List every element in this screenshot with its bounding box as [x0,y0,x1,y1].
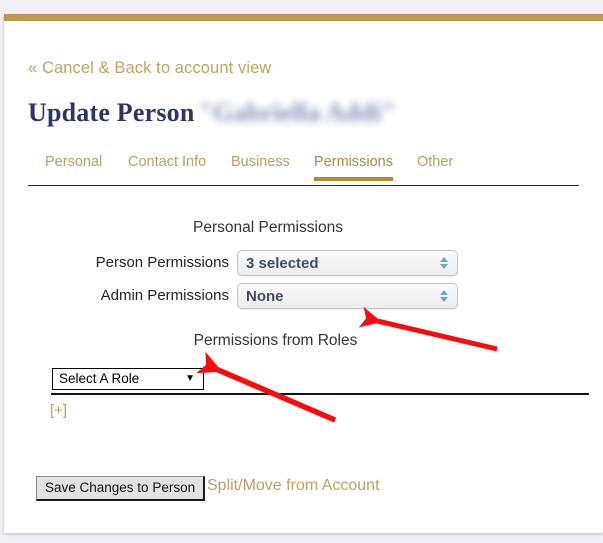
page-title-prefix: Update Person [28,98,195,127]
admin-permissions-label: Admin Permissions [100,287,229,304]
role-select[interactable]: Select A Role ▼ [52,368,204,390]
roles-divider [51,393,589,395]
updown-chevron-icon [440,290,449,304]
cancel-and-back-link[interactable]: « Cancel & Back to account view [28,59,271,78]
save-changes-button[interactable]: Save Changes to Person [36,476,206,501]
person-permissions-label: Person Permissions [95,254,229,271]
gold-accent-bar [4,14,603,21]
person-permissions-select[interactable]: 3 selected [237,250,458,276]
admin-permissions-select[interactable]: None [237,283,458,309]
tab-contact-info[interactable]: Contact Info [128,154,206,181]
person-permissions-row: Person Permissions 3 selected [4,250,532,276]
updown-chevron-icon [440,257,449,271]
tab-personal[interactable]: Personal [45,154,102,181]
person-permissions-select-value: 3 selected [246,255,319,272]
tab-business[interactable]: Business [231,154,290,181]
tab-permissions[interactable]: Permissions [314,154,393,181]
admin-permissions-select-value: None [246,288,284,305]
person-name-redacted: "Gabriella Addi" [198,98,397,127]
tab-bar: Personal Contact Info Business Permissio… [28,154,579,186]
chevron-down-icon: ▼ [185,373,195,384]
split-move-from-account-link[interactable]: Split/Move from Account [207,477,380,495]
update-person-card: « Cancel & Back to account view Update P… [4,14,603,533]
page-title: Update Person "Gabriella Addi" [28,98,396,128]
admin-permissions-row: Admin Permissions None [4,283,532,309]
personal-permissions-heading: Personal Permissions [193,219,343,236]
add-role-button[interactable]: [+] [50,402,67,419]
permissions-from-roles-heading: Permissions from Roles [193,332,358,349]
role-select-value: Select A Role [59,371,140,386]
card-body: « Cancel & Back to account view Update P… [4,21,603,533]
tab-other[interactable]: Other [417,154,453,181]
